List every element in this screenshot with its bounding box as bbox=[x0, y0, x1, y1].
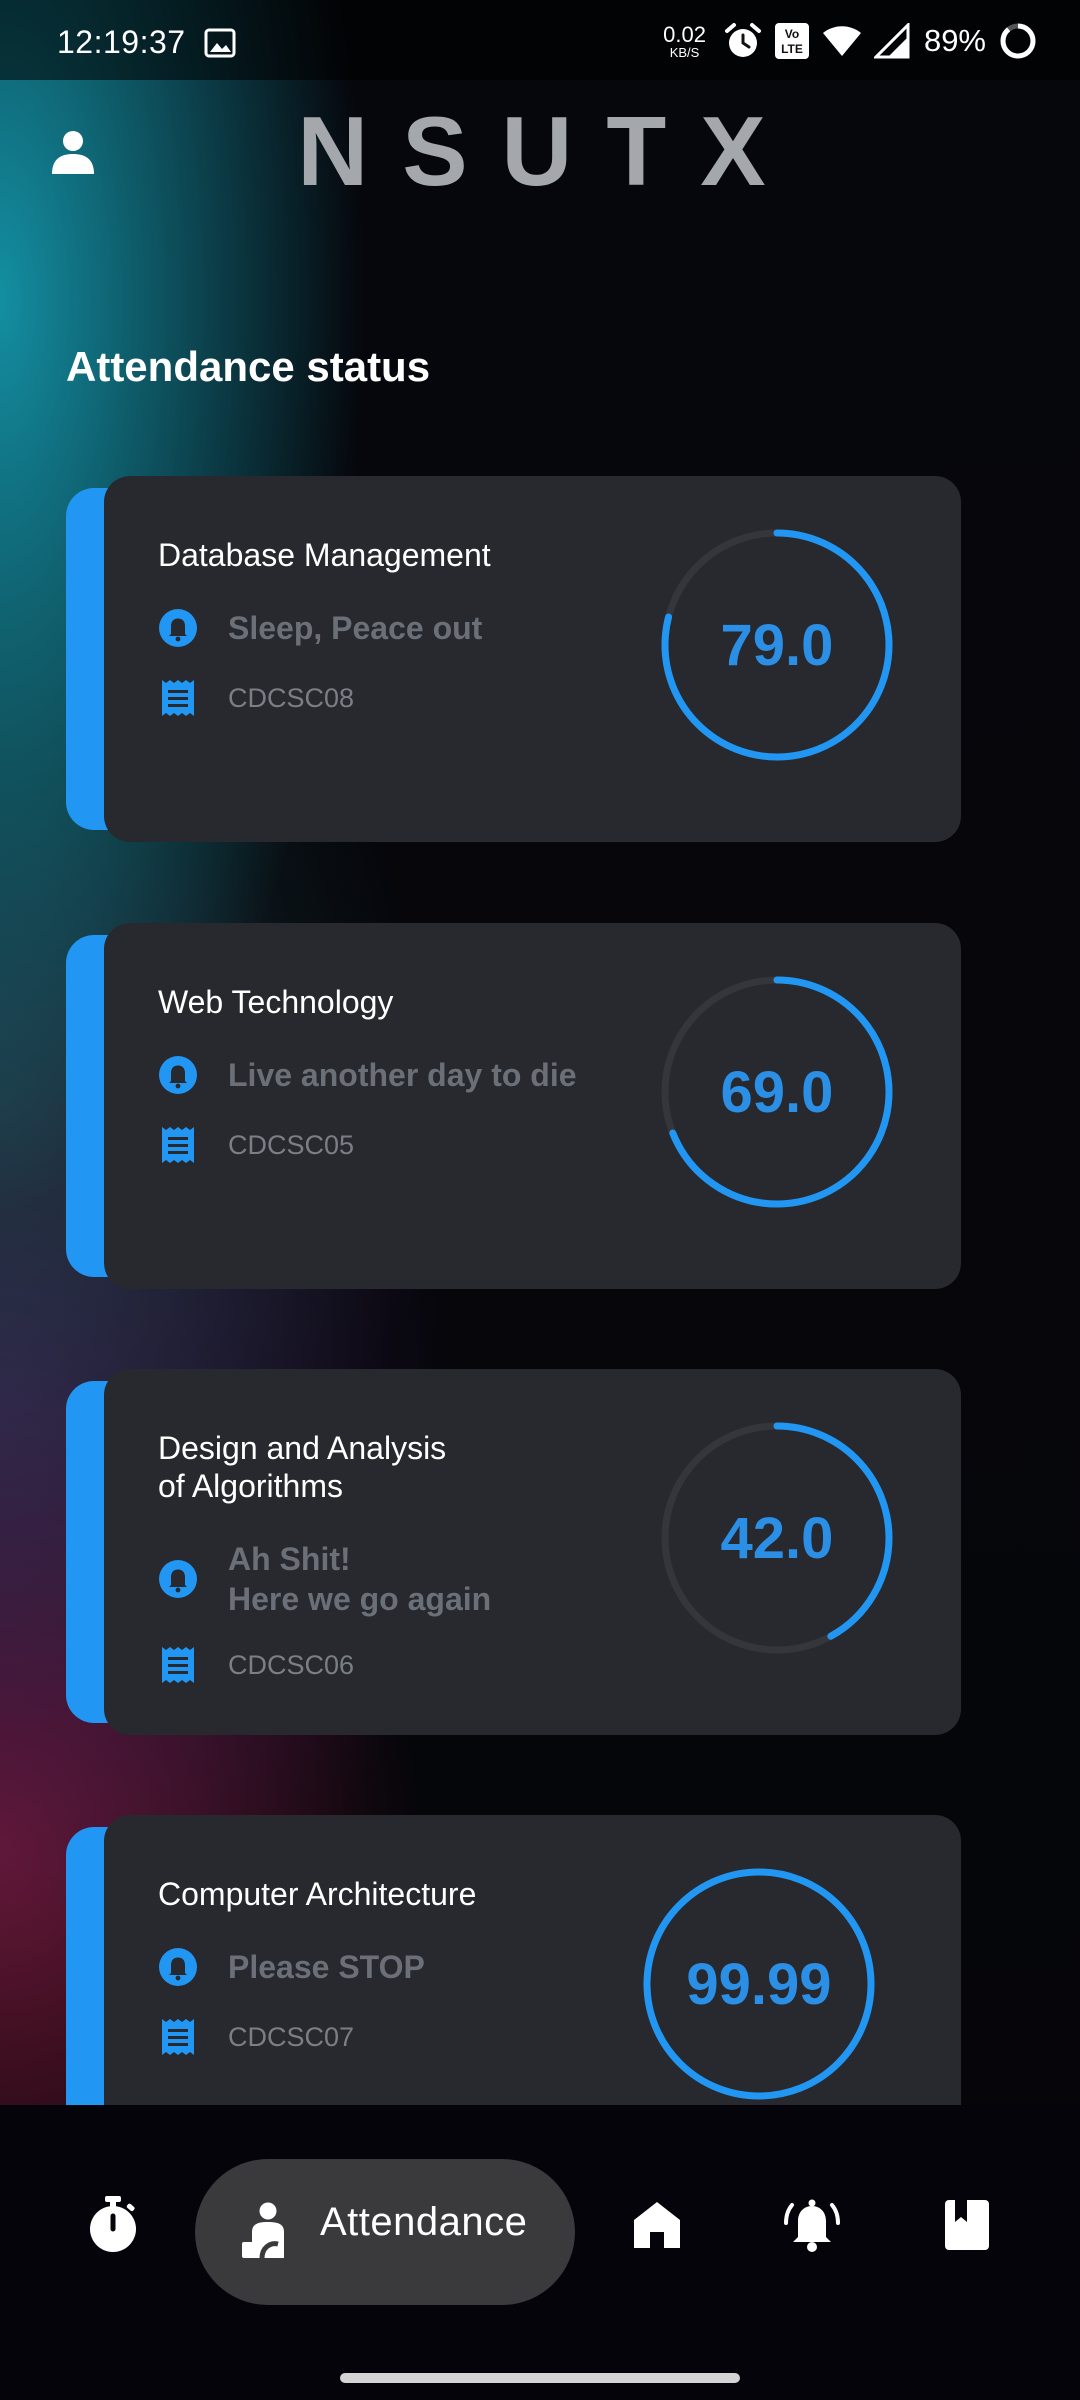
subject-title: Web Technology bbox=[158, 984, 394, 1020]
subject-code: CDCSC06 bbox=[228, 1649, 355, 1680]
attendance-percent: 99.99 bbox=[686, 1951, 832, 2017]
app-title: NSUTX bbox=[297, 96, 800, 206]
receipt-icon bbox=[162, 2019, 194, 2055]
attendance-gauge: 69.0 bbox=[652, 967, 902, 1217]
book-icon bbox=[945, 2200, 989, 2250]
status-time: 12:19:37 bbox=[57, 24, 186, 60]
attendance-screen: 12:19:37 0.02 KB/S Vo LTE 89% NSUTX Atte… bbox=[0, 0, 1080, 2400]
nav-notifications-button[interactable] bbox=[782, 2195, 842, 2255]
subject-code: CDCSC08 bbox=[228, 682, 355, 713]
status-text: Ah Shit! Here we go again bbox=[228, 1541, 492, 1617]
status-right-cluster: 0.02 KB/S Vo LTE 89% bbox=[663, 18, 1038, 64]
home-icon bbox=[634, 2202, 680, 2248]
alarm-icon bbox=[724, 23, 761, 57]
gesture-home-indicator[interactable] bbox=[340, 2373, 740, 2383]
signal-icon bbox=[873, 23, 910, 59]
subject-code: CDCSC05 bbox=[228, 1129, 355, 1160]
status-text: Live another day to die bbox=[228, 1057, 577, 1093]
status-text: Please STOP bbox=[228, 1949, 425, 1985]
status-text: Sleep, Peace out bbox=[228, 610, 483, 646]
status-row: Ah Shit! Here we go again bbox=[158, 1539, 491, 1619]
attendance-gauge: 42.0 bbox=[652, 1413, 902, 1663]
net-speed-value: 0.02 bbox=[663, 21, 706, 47]
attendance-gauge: 99.99 bbox=[634, 1859, 884, 2109]
svg-text:LTE: LTE bbox=[781, 42, 803, 56]
receipt-icon bbox=[162, 680, 194, 716]
attendance-gauge: 79.0 bbox=[652, 520, 902, 770]
bell-icon bbox=[159, 1056, 197, 1094]
battery-percent: 89% bbox=[923, 23, 986, 58]
attendance-card[interactable]: Web Technology Live another day to die C… bbox=[66, 923, 961, 1289]
bell-icon bbox=[159, 1560, 197, 1598]
subject-code: CDCSC07 bbox=[228, 2021, 355, 2052]
code-row: CDCSC05 bbox=[158, 1125, 354, 1165]
attendance-percent: 42.0 bbox=[720, 1505, 834, 1571]
nav-timer-button[interactable] bbox=[83, 2195, 143, 2255]
subject-title: Design and Analysis of Algorithms bbox=[158, 1430, 447, 1504]
status-row: Live another day to die bbox=[158, 1055, 577, 1095]
attendance-percent: 79.0 bbox=[720, 612, 834, 678]
svg-text:Vo: Vo bbox=[785, 27, 799, 41]
status-bar: 12:19:37 0.02 KB/S Vo LTE 89% bbox=[0, 0, 1080, 80]
section-title: Attendance status bbox=[66, 343, 431, 390]
nav-attendance-label: Attendance bbox=[320, 2200, 528, 2244]
wifi-icon bbox=[822, 26, 861, 56]
code-row: CDCSC08 bbox=[158, 678, 354, 718]
net-speed: 0.02 KB/S bbox=[663, 21, 706, 60]
nav-library-button[interactable] bbox=[937, 2195, 997, 2255]
bell-icon bbox=[159, 1948, 197, 1986]
attendance-card[interactable]: Database Management Sleep, Peace out CDC… bbox=[66, 476, 961, 842]
net-speed-unit: KB/S bbox=[669, 44, 700, 60]
bell-ring-icon bbox=[784, 2199, 840, 2252]
receipt-icon bbox=[162, 1127, 194, 1163]
subject-title: Database Management bbox=[158, 537, 491, 573]
nav-home-button[interactable] bbox=[627, 2195, 687, 2255]
status-row: Sleep, Peace out bbox=[158, 608, 482, 648]
code-row: CDCSC07 bbox=[158, 2017, 354, 2057]
code-row: CDCSC06 bbox=[158, 1645, 354, 1685]
battery-ring-icon bbox=[1000, 23, 1036, 59]
volte-icon: Vo LTE bbox=[774, 23, 809, 59]
bell-icon bbox=[159, 609, 197, 647]
attendance-card[interactable]: Design and Analysis of Algorithms Ah Shi… bbox=[66, 1369, 961, 1735]
status-row: Please STOP bbox=[158, 1947, 425, 1987]
subject-title: Computer Architecture bbox=[158, 1876, 477, 1912]
image-icon bbox=[204, 28, 236, 58]
attendance-percent: 69.0 bbox=[720, 1059, 834, 1125]
receipt-icon bbox=[162, 1647, 194, 1683]
stopwatch-icon bbox=[90, 2196, 136, 2252]
person-attendance-icon bbox=[242, 2202, 284, 2258]
